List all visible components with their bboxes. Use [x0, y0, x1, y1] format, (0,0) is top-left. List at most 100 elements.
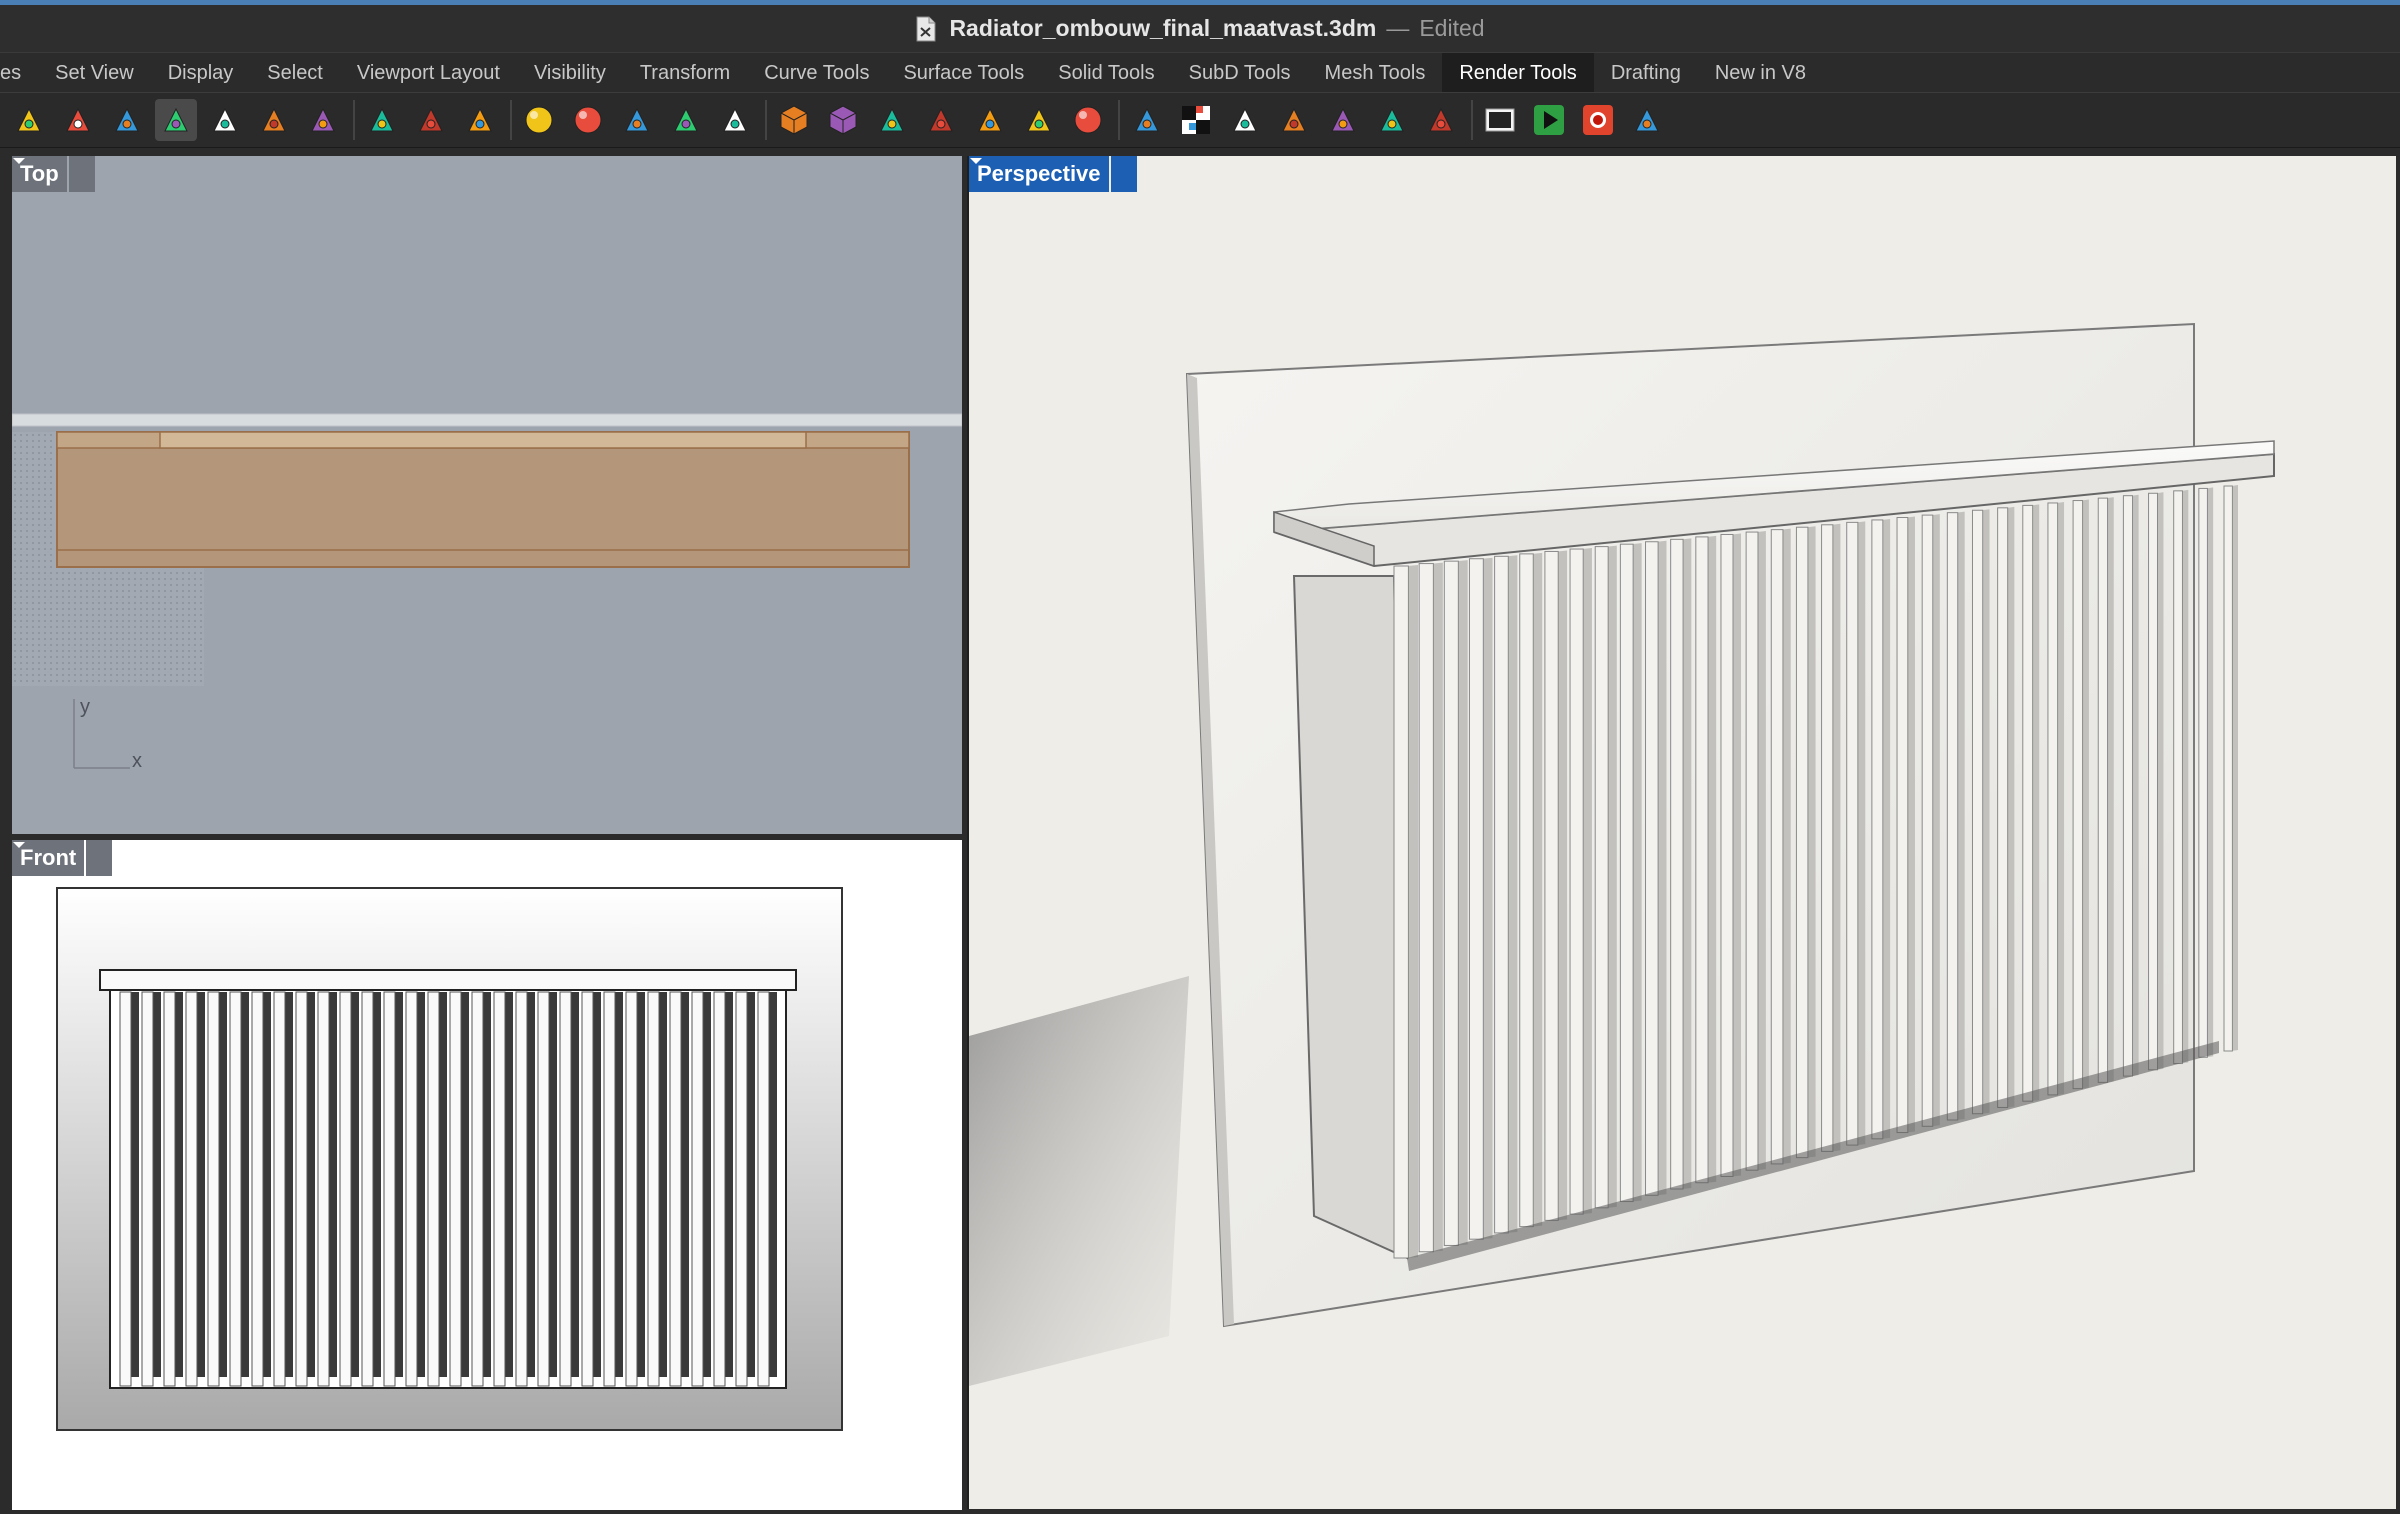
slat-gap — [285, 992, 293, 1377]
tab-subd-tools[interactable]: SubD Tools — [1172, 53, 1308, 93]
decal-icon[interactable] — [665, 99, 707, 141]
tab-new-in-v8[interactable]: New in V8 — [1698, 53, 1823, 93]
record-icon[interactable] — [1577, 99, 1619, 141]
viewport-title: Perspective — [969, 156, 1109, 192]
light-properties-icon[interactable] — [253, 99, 295, 141]
slat — [273, 991, 286, 1387]
slat-gap — [725, 992, 733, 1377]
viewport-label-front[interactable]: Front — [12, 840, 113, 876]
slat — [515, 991, 528, 1387]
top-view-drawing — [12, 413, 962, 769]
slat — [1544, 550, 1559, 1221]
tab-drafting[interactable]: Drafting — [1594, 53, 1698, 93]
cube-map-icon[interactable] — [822, 99, 864, 141]
slat — [383, 991, 396, 1387]
tab-curve-tools[interactable]: Curve Tools — [747, 53, 886, 93]
environment-icon[interactable] — [616, 99, 658, 141]
render-play-icon[interactable] — [1528, 99, 1570, 141]
chevron-down-icon[interactable] — [970, 156, 1137, 192]
viewport-label-perspective[interactable]: Perspective — [969, 156, 1137, 192]
floor-shadow — [969, 976, 1189, 1386]
ruler-icon[interactable] — [1371, 99, 1413, 141]
slat — [1670, 538, 1684, 1190]
slat-gap — [681, 992, 689, 1377]
render-window-icon[interactable] — [1479, 99, 1521, 141]
rounded-box-icon[interactable] — [1018, 99, 1060, 141]
toolbar-separator — [1118, 100, 1120, 140]
explode-icon[interactable] — [1420, 99, 1462, 141]
slat — [1418, 563, 1434, 1253]
slat — [757, 991, 770, 1387]
pick-material-icon[interactable] — [361, 99, 403, 141]
tab-select[interactable]: Select — [250, 53, 340, 93]
point-light-icon[interactable] — [57, 99, 99, 141]
bump-texture-icon[interactable] — [1067, 99, 1109, 141]
slat — [2022, 504, 2034, 1102]
front-viewport[interactable]: Front — [12, 840, 962, 1510]
slat — [581, 991, 594, 1387]
chevron-down-icon[interactable] — [13, 156, 95, 192]
tab-display[interactable]: Display — [151, 53, 251, 93]
materials-panel-icon[interactable] — [567, 99, 609, 141]
tab-es[interactable]: es — [0, 53, 38, 93]
shelf-center-strip — [159, 431, 807, 449]
axis-label-x: x — [132, 750, 142, 772]
linear-light-icon[interactable] — [204, 99, 246, 141]
slat — [1720, 533, 1734, 1177]
perspective-viewport[interactable]: Perspective — [967, 156, 2396, 1509]
render-settings-icon[interactable] — [1626, 99, 1668, 141]
material-sphere-icon[interactable] — [518, 99, 560, 141]
tab-solid-tools[interactable]: Solid Tools — [1041, 53, 1171, 93]
slat — [339, 991, 352, 1387]
tab-transform[interactable]: Transform — [623, 53, 747, 93]
slat-gap — [703, 992, 711, 1377]
tab-render-tools[interactable]: Render Tools — [1442, 53, 1594, 93]
slat — [1443, 560, 1459, 1246]
slat — [2047, 502, 2059, 1096]
checker-texture-icon[interactable] — [1175, 99, 1217, 141]
slat — [2173, 490, 2183, 1065]
slat-gap — [153, 992, 161, 1377]
top-viewport[interactable]: Top y x — [12, 156, 962, 834]
slat-gap — [527, 992, 535, 1377]
slat — [2223, 485, 2233, 1052]
slat — [1619, 543, 1634, 1203]
sun-icon[interactable] — [302, 99, 344, 141]
rectangular-light-icon[interactable] — [155, 99, 197, 141]
title-separator: — — [1386, 15, 1410, 41]
directional-light-icon[interactable] — [106, 99, 148, 141]
slat — [735, 991, 748, 1387]
tab-set-view[interactable]: Set View — [38, 53, 151, 93]
match-material-icon[interactable] — [459, 99, 501, 141]
tab-visibility[interactable]: Visibility — [517, 53, 623, 93]
spotlight-icon[interactable] — [8, 99, 50, 141]
slat — [2072, 500, 2084, 1090]
slat — [1997, 507, 2009, 1108]
slat-gap — [483, 992, 491, 1377]
chevron-down-icon[interactable] — [13, 840, 113, 876]
viewport-label-top[interactable]: Top — [12, 156, 95, 192]
texture-mapping-icon[interactable] — [714, 99, 756, 141]
render-mesh-icon[interactable] — [969, 99, 1011, 141]
slat — [295, 991, 308, 1387]
slat-gap — [769, 992, 777, 1377]
tab-surface-tools[interactable]: Surface Tools — [886, 53, 1041, 93]
dome-icon[interactable] — [1224, 99, 1266, 141]
slat-gap — [439, 992, 447, 1377]
grid-texture-icon[interactable] — [1322, 99, 1364, 141]
slat — [647, 991, 660, 1387]
tab-mesh-tools[interactable]: Mesh Tools — [1308, 53, 1443, 93]
slat — [625, 991, 638, 1387]
assign-material-icon[interactable] — [410, 99, 452, 141]
tab-viewport-layout[interactable]: Viewport Layout — [340, 53, 517, 93]
perspective-render — [969, 322, 2275, 1386]
curved-backdrop-icon[interactable] — [920, 99, 962, 141]
ground-plane-icon[interactable] — [871, 99, 913, 141]
slat — [493, 991, 506, 1387]
edit-texture-icon[interactable] — [1126, 99, 1168, 141]
slat-gap — [417, 992, 425, 1377]
slat — [427, 991, 440, 1387]
wall-plane — [12, 413, 962, 427]
key-light-icon[interactable] — [1273, 99, 1315, 141]
box-mapping-icon[interactable] — [773, 99, 815, 141]
